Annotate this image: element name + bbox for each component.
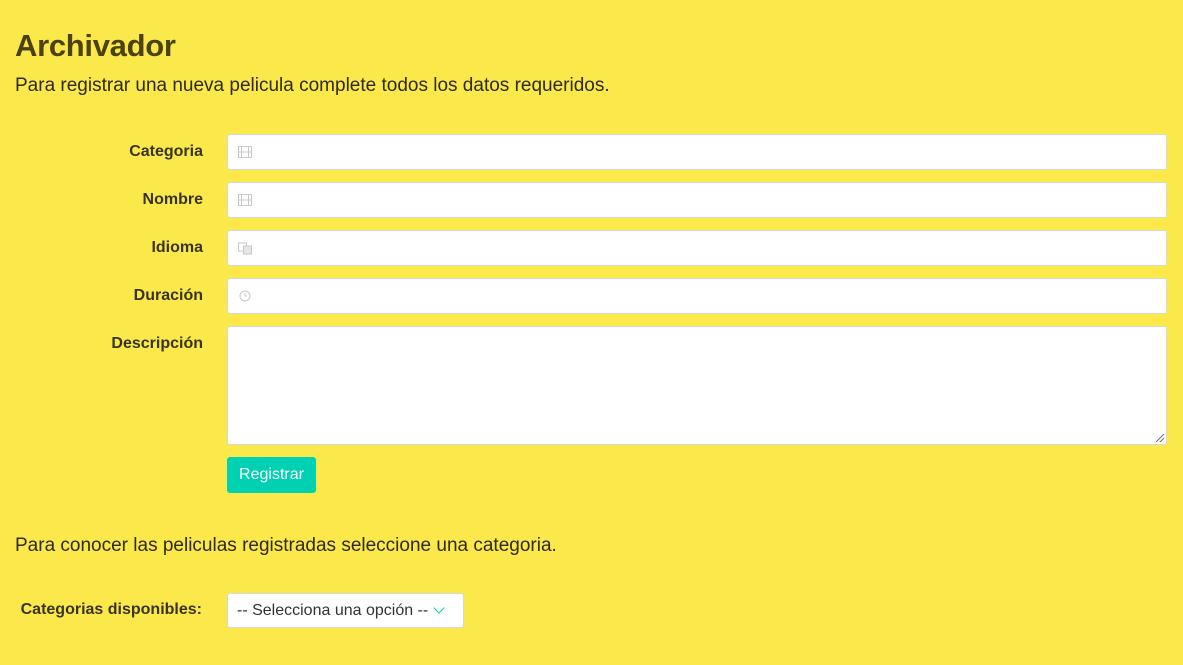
chevron-down-icon: [433, 602, 445, 614]
descripcion-textarea[interactable]: [228, 327, 1166, 444]
duracion-label: Duración: [133, 287, 203, 304]
idioma-label: Idioma: [151, 239, 203, 256]
categoria-input[interactable]: [262, 135, 1160, 169]
nombre-input[interactable]: [262, 183, 1160, 217]
categoria-field[interactable]: [227, 134, 1167, 170]
registrar-button[interactable]: Registrar: [227, 457, 316, 493]
descripcion-label: Descripción: [111, 335, 203, 352]
page-intro: Para registrar una nueva pelicula comple…: [15, 75, 610, 96]
categorias-select-value: -- Selecciona una opción --: [237, 602, 429, 619]
duracion-field[interactable]: [227, 278, 1167, 314]
resize-grip-icon[interactable]: [1156, 434, 1164, 442]
duracion-input[interactable]: [262, 279, 1160, 313]
film-icon: [237, 193, 253, 207]
clock-icon: [237, 289, 253, 303]
idioma-input[interactable]: [262, 231, 1160, 265]
categorias-label: Categorias disponibles:: [20, 601, 202, 618]
language-icon: [237, 241, 253, 255]
idioma-field[interactable]: [227, 230, 1167, 266]
film-icon: [237, 145, 253, 159]
categorias-select[interactable]: -- Selecciona una opción --: [227, 593, 464, 628]
categoria-label: Categoria: [129, 143, 203, 160]
nombre-field[interactable]: [227, 182, 1167, 218]
descripcion-textarea-wrapper: [227, 326, 1167, 445]
lookup-intro: Para conocer las peliculas registradas s…: [15, 535, 557, 556]
page: Archivador Para registrar una nueva peli…: [0, 0, 1183, 665]
nombre-label: Nombre: [142, 191, 203, 208]
page-title: Archivador: [15, 28, 176, 63]
